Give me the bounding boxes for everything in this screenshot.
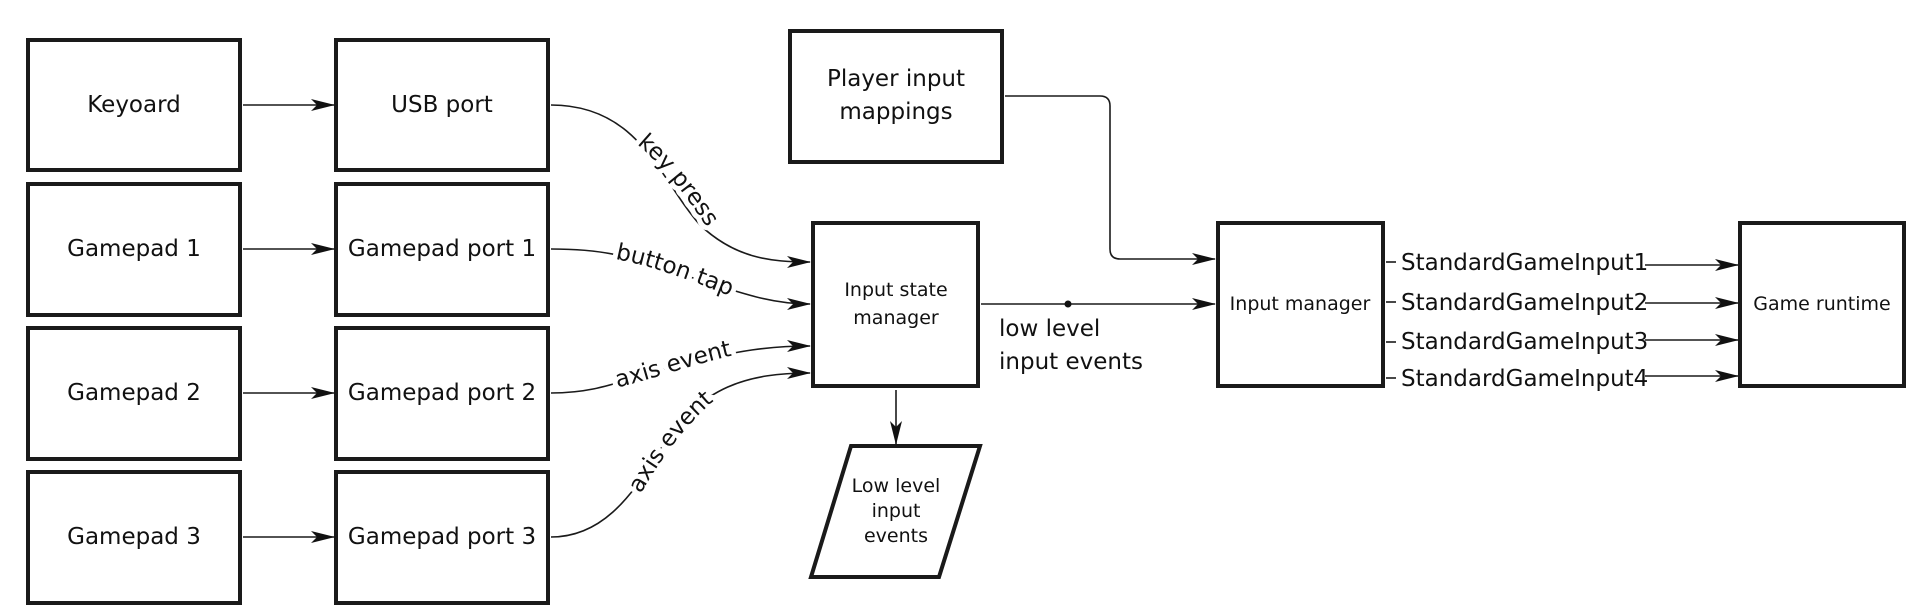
node-player-input-mappings-line1: Player input <box>827 66 965 92</box>
node-low-level-store-line3: events <box>864 525 928 547</box>
node-keyboard: Keyoard <box>26 38 242 172</box>
node-game-runtime-label: Game runtime <box>1753 293 1890 315</box>
node-gamepad-2-label: Gamepad 2 <box>67 380 201 406</box>
edge-label-sgi1: StandardGameInput1 <box>1401 250 1648 276</box>
node-gamepad-port-1-label: Gamepad port 1 <box>348 236 536 262</box>
junction-dot <box>1064 300 1072 308</box>
edge-label-key-press: key press <box>633 129 724 231</box>
node-input-state-manager: Input state manager <box>811 221 980 388</box>
node-low-level-store-line1: Low level <box>852 475 941 497</box>
node-keyboard-label: Keyoard <box>87 92 181 118</box>
node-gamepad-port-2-label: Gamepad port 2 <box>348 380 536 406</box>
node-player-input-mappings: Player input mappings <box>788 29 1004 164</box>
edge-label-sgi3: StandardGameInput3 <box>1401 329 1648 355</box>
node-input-manager: Input manager <box>1216 221 1385 388</box>
edge-standard-game-input-1: StandardGameInput1 <box>1386 250 1739 276</box>
node-gamepad-3-label: Gamepad 3 <box>67 524 201 550</box>
edge-standard-game-input-3: StandardGameInput3 <box>1386 329 1739 355</box>
node-gamepad-1-label: Gamepad 1 <box>67 236 201 262</box>
node-low-level-store-line2: input <box>872 500 921 522</box>
edge-label-axis-event-port2: axis event <box>613 336 734 393</box>
node-input-manager-label: Input manager <box>1230 293 1371 315</box>
node-usb-port-label: USB port <box>391 92 493 118</box>
edge-standard-game-input-2: StandardGameInput2 <box>1386 290 1739 316</box>
node-gamepad-3: Gamepad 3 <box>26 470 242 605</box>
edge-standard-game-input-4: StandardGameInput4 <box>1386 366 1739 392</box>
edge-label-low-level-line1: low level <box>999 316 1100 342</box>
node-input-state-manager-line2: manager <box>853 307 939 329</box>
node-input-state-manager-line1: Input state <box>844 279 947 301</box>
node-player-input-mappings-line2: mappings <box>839 99 952 125</box>
node-low-level-input-events-store: Low level input events <box>808 444 983 579</box>
edge-label-sgi2: StandardGameInput2 <box>1401 290 1648 316</box>
edge-port3-to-input-state-manager <box>550 367 811 538</box>
edge-label-low-level-line2: input events <box>999 349 1143 375</box>
node-gamepad-port-3: Gamepad port 3 <box>334 470 550 605</box>
input-pipeline-diagram: Keyoard Gamepad 1 Gamepad 2 Gamepad 3 US… <box>26 29 1906 605</box>
edge-label-axis-event-port3: axis event <box>623 386 718 497</box>
edge-label-sgi4: StandardGameInput4 <box>1401 366 1648 392</box>
edge-mappings-to-input-manager <box>1005 95 1216 265</box>
node-gamepad-port-2: Gamepad port 2 <box>334 326 550 461</box>
node-gamepad-1: Gamepad 1 <box>26 182 242 317</box>
node-game-runtime: Game runtime <box>1738 221 1906 388</box>
node-usb-port: USB port <box>334 38 550 172</box>
node-gamepad-port-1: Gamepad port 1 <box>334 182 550 317</box>
node-gamepad-2: Gamepad 2 <box>26 326 242 461</box>
edge-label-button-tap: button tap <box>614 239 737 301</box>
node-gamepad-port-3-label: Gamepad port 3 <box>348 524 536 550</box>
